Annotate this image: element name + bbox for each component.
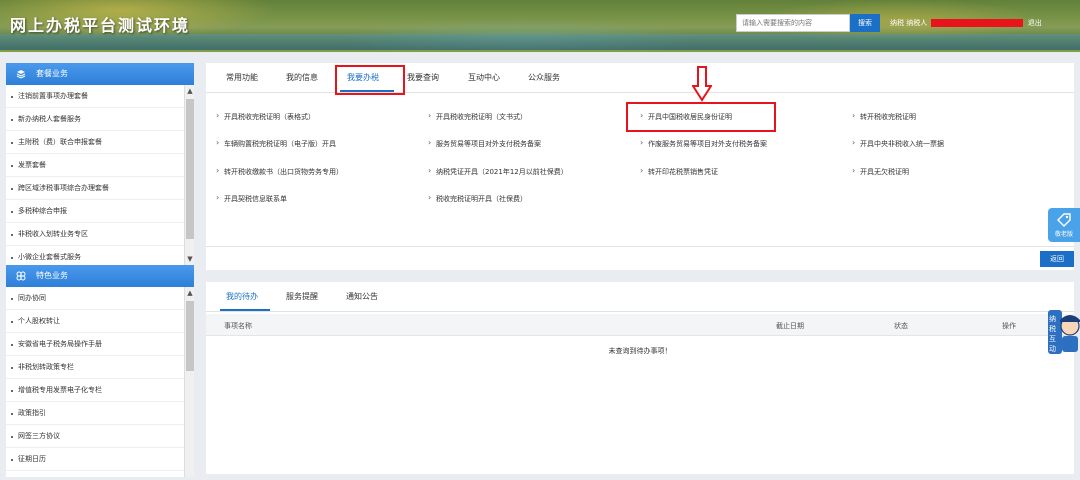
scroll-thumb[interactable] [186,99,194,239]
link-item[interactable]: 车辆购置税完税证明（电子版）开具 [216,138,336,149]
link-item[interactable]: 开具税收完税证明（文书式） [428,111,527,122]
mascot-widget[interactable]: 纳税互动 [1046,308,1080,358]
column-header: 截止日期 [776,322,804,330]
sidebar-section-package[interactable]: 套餐业务 [6,63,194,85]
layers-icon [16,70,26,79]
sidebar-section-special[interactable]: 特色业务 [6,265,194,287]
sidebar: 套餐业务 注销前置事项办理套餐 新办纳税人套餐服务 主附税（费）联合申报套餐 发… [6,63,194,477]
sidebar-item[interactable]: 网签三方协议 [6,425,184,448]
sidebar-list-special: 同办协同 个人股权转让 安徽省电子税务局操作手册 非税划转政策专栏 增值税专用发… [6,287,194,477]
sidebar-item[interactable]: 新办纳税人套餐服务 [6,108,184,131]
arrow-down-icon [692,66,712,102]
link-item[interactable]: 开具中央非税收入统一票据 [852,138,944,149]
user-prefix: 纳税 [890,19,904,27]
link-item[interactable]: 开具税收完税证明（表格式） [216,111,315,122]
sidebar-item[interactable]: 非税收入划转业务专区 [6,223,184,246]
link-item[interactable]: 纳税凭证开具（2021年12月以前社保费） [428,166,568,177]
sidebar-section-title: 特色业务 [36,271,68,280]
tab-query[interactable]: 我要查询 [407,72,439,83]
link-item[interactable]: 转开印花税票销售凭证 [640,166,718,177]
header-banner: 网上办税平台测试环境 搜索 纳税 纳税人 退出 [0,0,1080,50]
empty-message: 未查询到待办事项！ [608,347,672,355]
elder-mode-button[interactable]: 敬老版 [1048,208,1080,242]
link-item[interactable]: 税收完税证明开具（社保费） [428,193,527,204]
sidebar-section-title: 套餐业务 [36,69,68,78]
elder-mode-label: 敬老版 [1054,231,1073,238]
tab-common[interactable]: 常用功能 [226,72,258,83]
sidebar-item[interactable]: 增值税专用发票电子化专栏 [6,379,184,402]
grid-icon [16,271,26,281]
sidebar-item[interactable]: 小微企业套餐式服务 [6,246,184,265]
tab-interaction[interactable]: 互动中心 [468,72,500,83]
highlight-box-tab [335,65,405,95]
user-mid: 纳税人 [906,19,928,27]
chevron-down-icon[interactable]: ▼ [185,253,194,265]
sidebar-item[interactable]: 同办协同 [6,287,184,310]
sidebar-scrollbar[interactable]: ▲ ▼ [184,85,194,265]
link-item[interactable]: 作废服务贸易等项目对外支付税务备案 [640,138,767,149]
search-input[interactable] [736,14,850,32]
highlight-box-link [626,102,776,132]
sidebar-item[interactable]: 个人股权转让 [6,310,184,333]
link-item[interactable]: 服务贸易等项目对外支付税务备案 [428,138,541,149]
tab-service-reminder[interactable]: 服务提醒 [286,291,318,302]
tab-my-todo[interactable]: 我的待办 [226,291,258,302]
sidebar-item[interactable]: 发票套餐 [6,154,184,177]
user-area: 纳税 纳税人 退出 [890,18,1042,28]
sidebar-scrollbar[interactable]: ▲ [184,287,194,477]
sidebar-list-package: 注销前置事项办理套餐 新办纳税人套餐服务 主附税（费）联合申报套餐 发票套餐 跨… [6,85,194,265]
back-button[interactable]: 返回 [1040,251,1074,267]
scroll-thumb[interactable] [186,301,194,371]
panel-divider [206,246,1074,247]
site-title: 网上办税平台测试环境 [10,16,191,35]
logout-link[interactable]: 退出 [1028,19,1042,27]
column-header: 状态 [894,322,908,330]
active-tab-indicator [220,309,270,311]
todo-tabs: 我的待办 服务提醒 通知公告 [206,282,1074,312]
link-item[interactable]: 开具无欠税证明 [852,166,909,177]
link-item[interactable]: 开具契税信息联系单 [216,193,287,204]
header-divider [0,50,1080,52]
sidebar-item[interactable]: 主附税（费）联合申报套餐 [6,131,184,154]
tab-public-service[interactable]: 公众服务 [528,72,560,83]
chevron-up-icon[interactable]: ▲ [185,85,194,97]
column-header: 操作 [1002,322,1016,330]
chevron-up-icon[interactable]: ▲ [185,287,194,299]
sidebar-item[interactable]: 政策指引 [6,402,184,425]
sidebar-item[interactable]: 征期日历 [6,448,184,471]
link-item[interactable]: 转开税收完税证明 [852,111,916,122]
sidebar-item[interactable]: 安徽省电子税务局操作手册 [6,333,184,356]
search-button[interactable]: 搜索 [850,14,880,32]
tag-icon [1057,213,1071,227]
sidebar-item[interactable]: 多税种综合申报 [6,200,184,223]
sidebar-item[interactable]: 跨区域涉税事项综合办理套餐 [6,177,184,200]
main-panel: 常用功能 我的信息 我要办税 我要查询 互动中心 公众服务 开具税收完税证明（表… [206,63,1074,270]
table-header: 事项名称 截止日期 状态 操作 [206,314,1074,336]
tab-my-info[interactable]: 我的信息 [286,72,318,83]
column-header: 事项名称 [224,322,252,330]
link-item[interactable]: 转开税收缴款书（出口货物劳务专用） [216,166,343,177]
todo-panel: 我的待办 服务提醒 通知公告 事项名称 截止日期 状态 操作 未查询到待办事项！ [206,282,1074,474]
tab-notice[interactable]: 通知公告 [346,291,378,302]
redacted-username [931,19,1024,27]
sidebar-item[interactable]: 注销前置事项办理套餐 [6,85,184,108]
mascot-text: 纳税互动 [1049,315,1056,353]
sidebar-item[interactable]: 非税划转政策专栏 [6,356,184,379]
